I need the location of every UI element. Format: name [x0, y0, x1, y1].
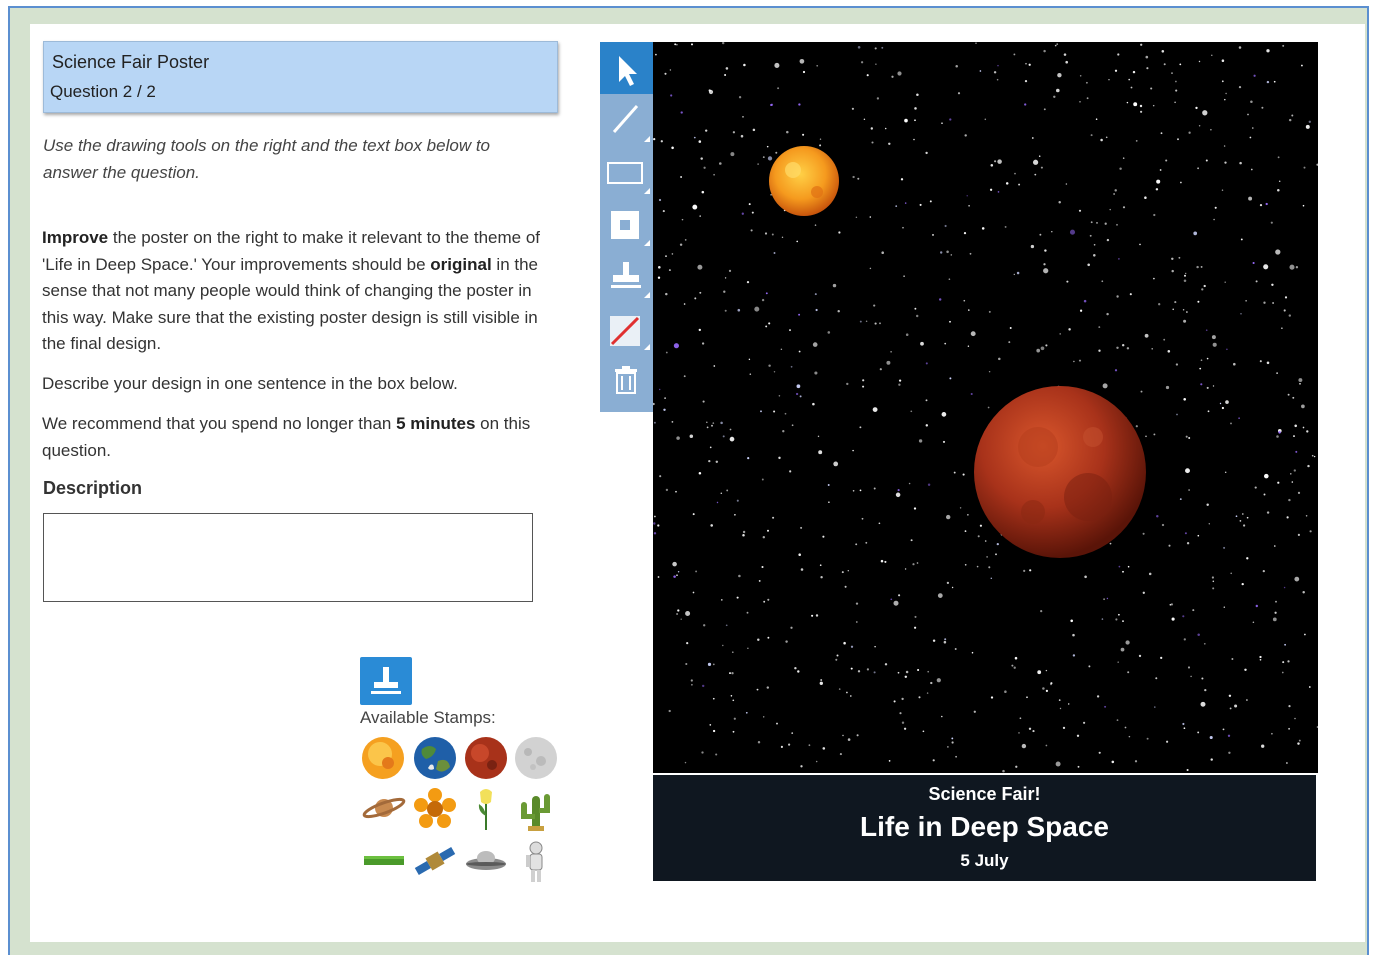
trash-icon [615, 366, 637, 394]
stamp-earth[interactable] [412, 735, 458, 781]
rectangle-tool[interactable] [600, 146, 653, 198]
filled-rectangle-tool[interactable] [600, 198, 653, 250]
stamp-sun[interactable] [360, 735, 406, 781]
description-input[interactable] [43, 513, 533, 602]
poster-caption: Science Fair! Life in Deep Space 5 July [653, 775, 1316, 881]
line-tool[interactable] [600, 94, 653, 146]
question-paragraph: Improve the poster on the right to make … [42, 225, 552, 358]
description-label: Description [43, 478, 143, 498]
pointer-tool[interactable] [600, 42, 653, 94]
stamp-satellite[interactable] [412, 838, 458, 884]
emphasis-original: original [430, 254, 492, 274]
stamp-cactus[interactable] [513, 786, 559, 832]
drawing-toolbar [600, 42, 653, 412]
poster-date: 5 July [960, 851, 1009, 870]
emphasis-improve: Improve [42, 228, 109, 247]
poster-canvas[interactable] [652, 41, 1319, 773]
stamp-flying-saucer[interactable] [463, 838, 509, 884]
mars-image [974, 386, 1146, 558]
time-recommendation: We recommend that you spend no longer th… [42, 411, 552, 464]
stamps-label: Available Stamps: [360, 708, 496, 727]
question-counter: Question 2 / 2 [50, 82, 156, 101]
stamp-flower[interactable] [412, 786, 458, 832]
poster-title: Life in Deep Space [860, 811, 1109, 842]
stamp-mars[interactable] [463, 735, 509, 781]
stamp-saturn[interactable] [360, 786, 406, 832]
stamp-moon[interactable] [513, 735, 559, 781]
pointer-icon [619, 56, 637, 86]
delete-tool[interactable] [600, 354, 653, 406]
describe-instruction: Describe your design in one sentence in … [42, 374, 458, 393]
page-title: Science Fair Poster [52, 52, 210, 72]
sun-image [769, 146, 839, 216]
eraser-tool[interactable] [600, 302, 653, 354]
stamp-tulip[interactable] [463, 786, 509, 832]
stamp-icon [371, 667, 401, 694]
poster-subtitle: Science Fair! [928, 784, 1041, 804]
starfield-background [652, 41, 1319, 773]
time-text-1: We recommend that you spend no longer th… [42, 414, 397, 433]
time-emphasis: 5 minutes [396, 414, 476, 433]
stamp-tool[interactable] [600, 250, 653, 302]
question-header: Science Fair Poster Question 2 / 2 [43, 41, 558, 113]
instructions-text: Use the drawing tools on the right and t… [43, 136, 490, 182]
stamp-grass[interactable] [360, 838, 406, 884]
stamp-astronaut[interactable] [513, 838, 559, 884]
stamp-tool-indicator[interactable] [360, 657, 412, 705]
